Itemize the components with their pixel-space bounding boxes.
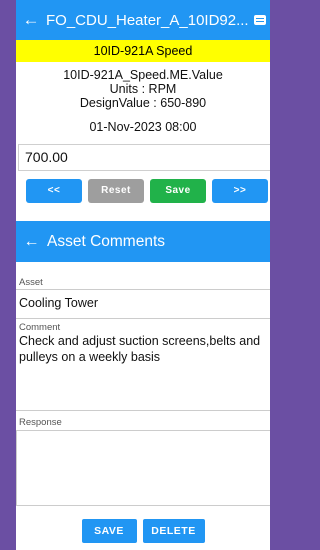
dialog-header: ← Asset Comments xyxy=(16,221,270,262)
dialog-delete-button[interactable]: DELETE xyxy=(142,519,205,543)
page-title: FO_CDU_Heater_A_10ID92... xyxy=(46,11,248,29)
comment-label: Comment xyxy=(19,322,61,333)
dialog-back-arrow-icon[interactable]: ← xyxy=(16,233,47,251)
save-button[interactable]: Save xyxy=(150,179,206,203)
dialog-actions: SAVE DELETE xyxy=(16,519,270,543)
dialog-save-button[interactable]: SAVE xyxy=(81,519,137,543)
comment-field[interactable]: Check and adjust suction screens,belts a… xyxy=(16,333,270,365)
design-value-text: DesignValue : 650-890 xyxy=(79,96,207,110)
reading-datetime: 01-Nov-2023 08:00 xyxy=(89,120,197,134)
asset-field-underline xyxy=(16,318,270,319)
reading-nav-buttons: << Reset Save >> xyxy=(26,179,270,203)
message-icon[interactable] xyxy=(248,0,270,40)
reading-value-input[interactable]: 700.00 xyxy=(18,144,270,171)
app-bar: ← FO_CDU_Heater_A_10ID92... xyxy=(16,0,270,40)
asset-comments-dialog: ← Asset Comments Asset Cooling Tower Com… xyxy=(16,221,270,550)
previous-button[interactable]: << xyxy=(26,179,82,203)
reset-button[interactable]: Reset xyxy=(88,179,144,203)
asset-field[interactable]: Cooling Tower xyxy=(16,295,270,311)
app-screen: ← FO_CDU_Heater_A_10ID92... 10ID-921A Sp… xyxy=(16,0,270,550)
response-field[interactable] xyxy=(16,430,270,506)
tag-path: 10ID-921A_Speed.ME.Value xyxy=(63,68,223,82)
tag-info: 10ID-921A_Speed.ME.Value Units : RPM Des… xyxy=(16,62,270,110)
units-text: Units : RPM xyxy=(109,82,177,96)
asset-divider xyxy=(16,289,270,290)
response-label: Response xyxy=(19,417,62,428)
next-button[interactable]: >> xyxy=(212,179,268,203)
asset-label: Asset xyxy=(19,277,43,288)
back-arrow-icon[interactable]: ← xyxy=(16,10,46,30)
comment-field-box[interactable]: Check and adjust suction screens,belts a… xyxy=(16,333,270,411)
dialog-title: Asset Comments xyxy=(47,232,166,250)
tag-banner: 10ID-921A Speed xyxy=(16,40,270,62)
